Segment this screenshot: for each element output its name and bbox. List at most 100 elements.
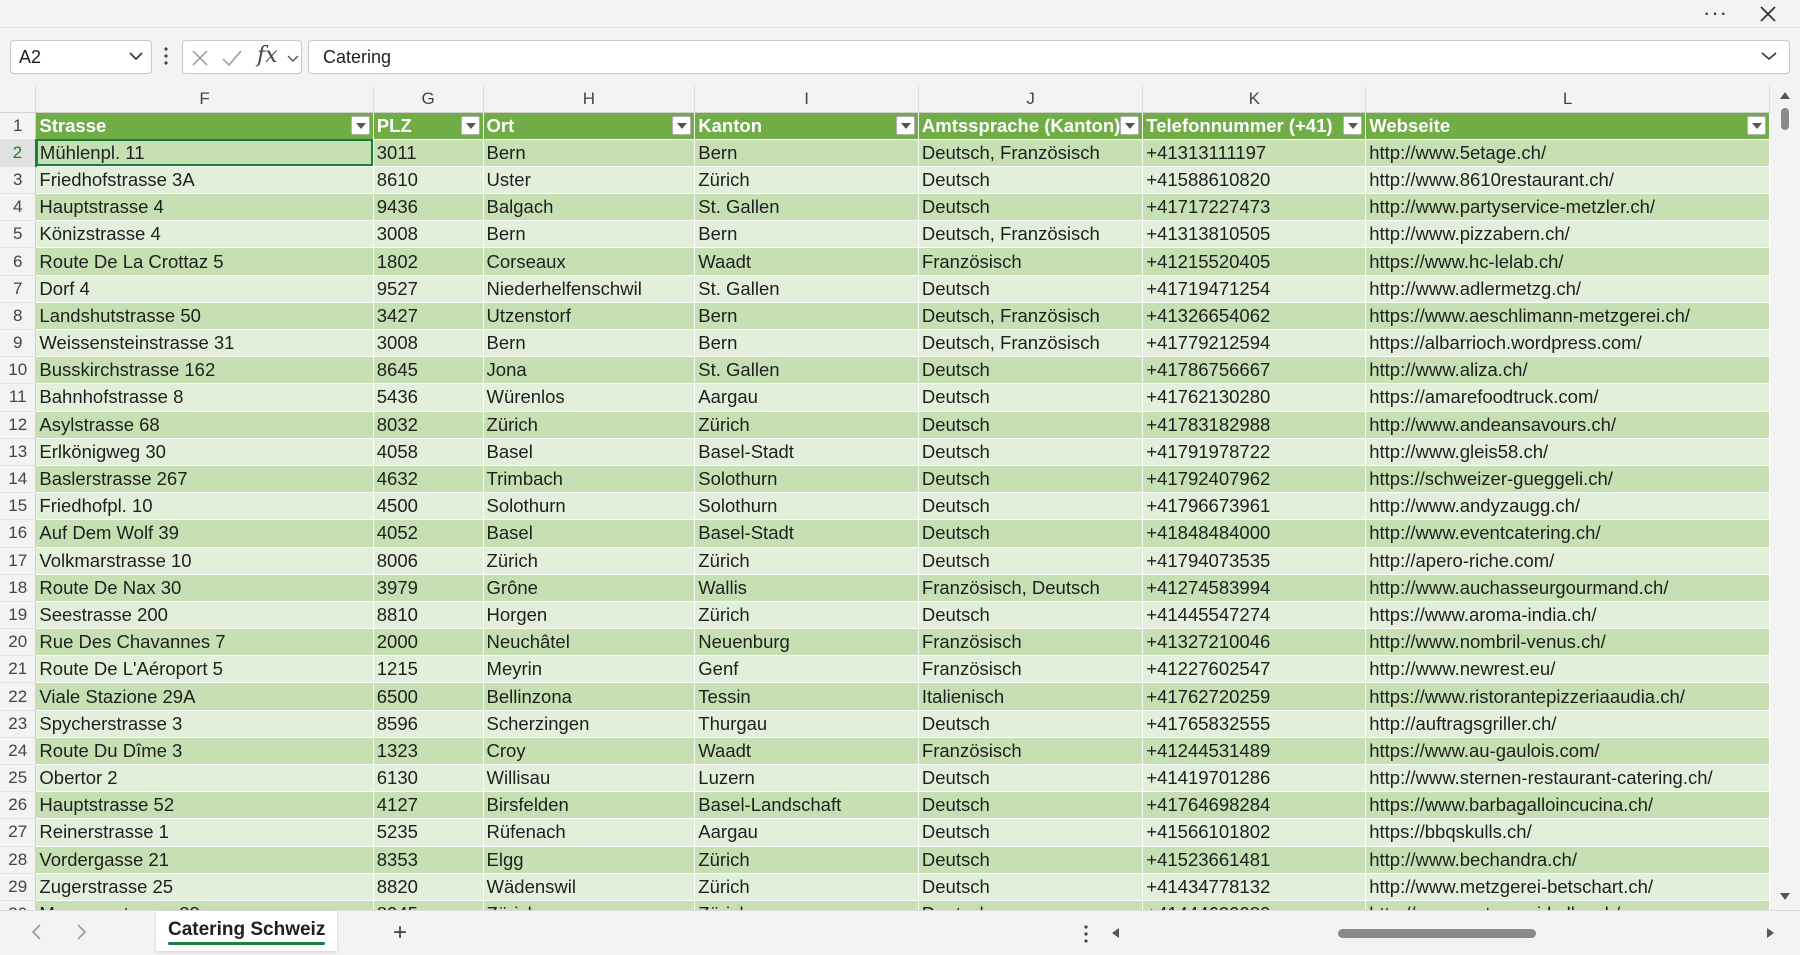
table-cell[interactable]: +41274583994 <box>1142 574 1367 602</box>
table-cell[interactable]: Zürich <box>694 846 919 874</box>
row-header[interactable]: 2 <box>0 139 37 167</box>
table-cell[interactable]: +41791978722 <box>1142 438 1367 466</box>
table-cell[interactable]: http://www.auchasseurgourmand.ch/ <box>1365 574 1770 602</box>
table-cell[interactable]: +41765832555 <box>1142 710 1367 738</box>
table-cell[interactable]: https://www.aeschlimann-metzgerei.ch/ <box>1365 302 1770 331</box>
table-cell[interactable]: Seestrasse 200 <box>35 601 374 630</box>
table-cell[interactable]: Zürich <box>694 166 919 195</box>
insert-function-icon[interactable]: fx <box>257 43 278 68</box>
more-vertical-icon[interactable] <box>164 47 168 65</box>
table-cell[interactable]: Deutsch <box>918 166 1144 195</box>
row-header[interactable]: 12 <box>0 411 37 439</box>
table-cell[interactable]: Aargau <box>694 818 919 847</box>
horizontal-scrollbar[interactable] <box>1106 919 1780 947</box>
filter-dropdown-icon[interactable] <box>460 115 480 135</box>
table-cell[interactable]: Bern <box>694 139 919 167</box>
table-cell[interactable]: Deutsch <box>918 791 1144 820</box>
table-cell[interactable]: Könizstrasse 4 <box>35 220 374 249</box>
row-header[interactable]: 29 <box>0 873 37 901</box>
table-cell[interactable]: +41327210046 <box>1142 628 1367 657</box>
table-cell[interactable]: Deutsch <box>918 900 1144 910</box>
row-header[interactable]: 11 <box>0 383 37 412</box>
table-cell[interactable]: Baslerstrasse 267 <box>35 465 374 494</box>
table-cell[interactable]: 1215 <box>373 655 484 684</box>
table-cell[interactable]: http://www.bechandra.ch/ <box>1365 846 1770 874</box>
table-cell[interactable]: 9527 <box>373 275 484 303</box>
table-cell[interactable]: Luzern <box>694 764 919 793</box>
table-cell[interactable]: 9436 <box>373 193 484 222</box>
row-header[interactable]: 30 <box>0 900 37 910</box>
row-header[interactable]: 4 <box>0 193 37 222</box>
row-header[interactable]: 23 <box>0 710 37 738</box>
table-cell[interactable]: Solothurn <box>483 492 696 521</box>
table-cell[interactable]: Deutsch, Französisch <box>918 329 1144 358</box>
table-cell[interactable]: Utzenstorf <box>483 302 696 331</box>
table-cell[interactable]: Bern <box>483 220 696 249</box>
table-cell[interactable]: Croy <box>483 737 696 766</box>
table-cell[interactable]: +41419701286 <box>1142 764 1367 793</box>
table-cell[interactable]: Mühlenpl. 11 <box>35 139 374 167</box>
table-cell[interactable]: 8596 <box>373 710 484 738</box>
table-cell[interactable]: 2000 <box>373 628 484 657</box>
table-cell[interactable]: Meyrin <box>483 655 696 684</box>
table-cell[interactable]: Elgg <box>483 846 696 874</box>
table-cell[interactable]: +41313810505 <box>1142 220 1367 249</box>
row-header[interactable]: 13 <box>0 438 37 466</box>
table-cell[interactable]: Friedhofstrasse 3A <box>35 166 374 195</box>
table-cell[interactable]: +41717227473 <box>1142 193 1367 222</box>
table-cell[interactable]: Bern <box>694 329 919 358</box>
table-cell[interactable]: Zürich <box>483 411 696 439</box>
row-header[interactable]: 20 <box>0 628 37 657</box>
table-cell[interactable]: 8610 <box>373 166 484 195</box>
table-cell[interactable]: Bern <box>483 329 696 358</box>
table-cell[interactable]: Thurgau <box>694 710 919 738</box>
table-cell[interactable]: Vordergasse 21 <box>35 846 374 874</box>
scroll-left-icon[interactable] <box>1110 927 1120 939</box>
table-cell[interactable]: Scherzingen <box>483 710 696 738</box>
table-cell[interactable]: +41762130280 <box>1142 383 1367 412</box>
table-cell[interactable]: Trimbach <box>483 465 696 494</box>
table-cell[interactable]: http://www.8610restaurant.ch/ <box>1365 166 1770 195</box>
row-header[interactable]: 1 <box>0 112 37 140</box>
table-cell[interactable]: https://www.barbagalloincucina.ch/ <box>1365 791 1770 820</box>
table-cell[interactable]: Hauptstrasse 52 <box>35 791 374 820</box>
table-cell[interactable]: Deutsch <box>918 818 1144 847</box>
table-cell[interactable]: Deutsch <box>918 846 1144 874</box>
row-header[interactable]: 26 <box>0 791 37 820</box>
table-cell[interactable]: Aargau <box>694 383 919 412</box>
vertical-scroll-thumb[interactable] <box>1781 108 1789 130</box>
table-cell[interactable]: Route De Nax 30 <box>35 574 374 602</box>
filter-dropdown-icon[interactable] <box>1343 115 1363 135</box>
table-cell[interactable]: 5235 <box>373 818 484 847</box>
table-cell[interactable]: Bern <box>694 302 919 331</box>
table-cell[interactable]: Deutsch <box>918 710 1144 738</box>
table-cell[interactable]: Basel <box>483 519 696 548</box>
table-cell[interactable]: Genf <box>694 655 919 684</box>
table-cell[interactable]: +41783182988 <box>1142 411 1367 439</box>
table-cell[interactable]: 4058 <box>373 438 484 466</box>
table-cell[interactable]: 8006 <box>373 547 484 575</box>
table-cell[interactable]: 8032 <box>373 411 484 439</box>
row-header[interactable]: 24 <box>0 737 37 766</box>
table-cell[interactable]: Solothurn <box>694 465 919 494</box>
column-header[interactable]: K <box>1142 86 1367 113</box>
table-cell[interactable]: +41244531489 <box>1142 737 1367 766</box>
sheet-tab-catering-schweiz[interactable]: Catering Schweiz <box>156 911 338 951</box>
table-cell[interactable]: +41566101802 <box>1142 818 1367 847</box>
filter-dropdown-icon[interactable] <box>1120 115 1140 135</box>
table-cell[interactable]: Asylstrasse 68 <box>35 411 374 439</box>
table-cell[interactable]: http://auftragsgriller.ch/ <box>1365 710 1770 738</box>
table-cell[interactable]: Weissensteinstrasse 31 <box>35 329 374 358</box>
table-cell[interactable]: Deutsch <box>918 465 1144 494</box>
table-cell[interactable]: http://apero-riche.com/ <box>1365 547 1770 575</box>
row-header[interactable]: 8 <box>0 302 37 331</box>
table-cell[interactable]: St. Gallen <box>694 193 919 222</box>
table-cell[interactable]: Waadt <box>694 737 919 766</box>
table-cell[interactable]: Basel-Stadt <box>694 519 919 548</box>
table-cell[interactable]: https://www.au-gaulois.com/ <box>1365 737 1770 766</box>
table-cell[interactable]: 4632 <box>373 465 484 494</box>
row-header[interactable]: 22 <box>0 682 37 711</box>
table-cell[interactable]: Obertor 2 <box>35 764 374 793</box>
row-header[interactable]: 27 <box>0 818 37 847</box>
row-header[interactable]: 10 <box>0 356 37 385</box>
